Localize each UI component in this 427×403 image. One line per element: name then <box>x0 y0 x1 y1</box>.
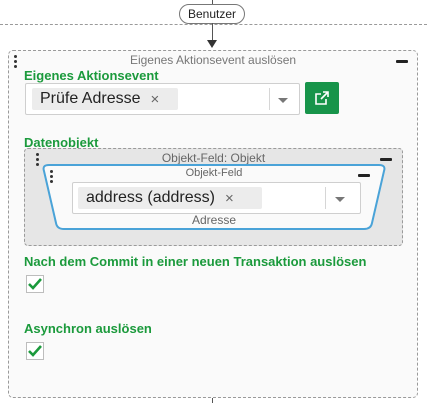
chevron-down-icon[interactable] <box>335 197 345 202</box>
checkmark-icon <box>28 345 42 357</box>
commit-label: Nach dem Commit in einer neuen Transakti… <box>24 254 367 269</box>
object-field-chip: address (address) × <box>78 187 262 209</box>
connector-line <box>212 23 213 41</box>
lane-label: Benutzer <box>179 4 245 24</box>
async-label: Asynchron auslösen <box>24 321 152 336</box>
remove-icon[interactable]: × <box>151 91 160 108</box>
object-field-block[interactable]: Objekt-Feld: Objekt Objekt-Feld address … <box>24 148 403 246</box>
object-field-block-title: Objekt-Feld: Objekt <box>161 151 266 165</box>
collapse-icon[interactable] <box>380 158 392 161</box>
open-event-button[interactable] <box>305 82 339 114</box>
event-select[interactable]: Prüfe Adresse × <box>25 83 300 115</box>
collapse-icon[interactable] <box>396 60 408 63</box>
object-field-title: Objekt-Feld <box>185 167 243 179</box>
collapse-icon[interactable] <box>358 174 370 177</box>
object-field-caption: Adresse <box>191 213 237 227</box>
commit-checkbox[interactable] <box>26 275 44 293</box>
object-field-select[interactable]: address (address) × <box>72 182 361 214</box>
connector-arrow-icon <box>207 40 217 48</box>
select-separator <box>325 187 326 209</box>
remove-icon[interactable]: × <box>225 190 234 207</box>
chevron-down-icon[interactable] <box>278 98 288 103</box>
select-separator <box>269 88 270 110</box>
event-value: Prüfe Adresse <box>40 90 141 107</box>
object-field-value: address (address) <box>86 189 215 206</box>
event-label: Eigenes Aktionsevent <box>24 68 159 83</box>
external-link-icon <box>315 91 329 105</box>
async-checkbox[interactable] <box>26 342 44 360</box>
event-chip: Prüfe Adresse × <box>32 88 178 110</box>
checkmark-icon <box>28 278 42 290</box>
block-title: Eigenes Aktionsevent auslösen <box>129 53 297 67</box>
lane-divider <box>0 24 427 25</box>
